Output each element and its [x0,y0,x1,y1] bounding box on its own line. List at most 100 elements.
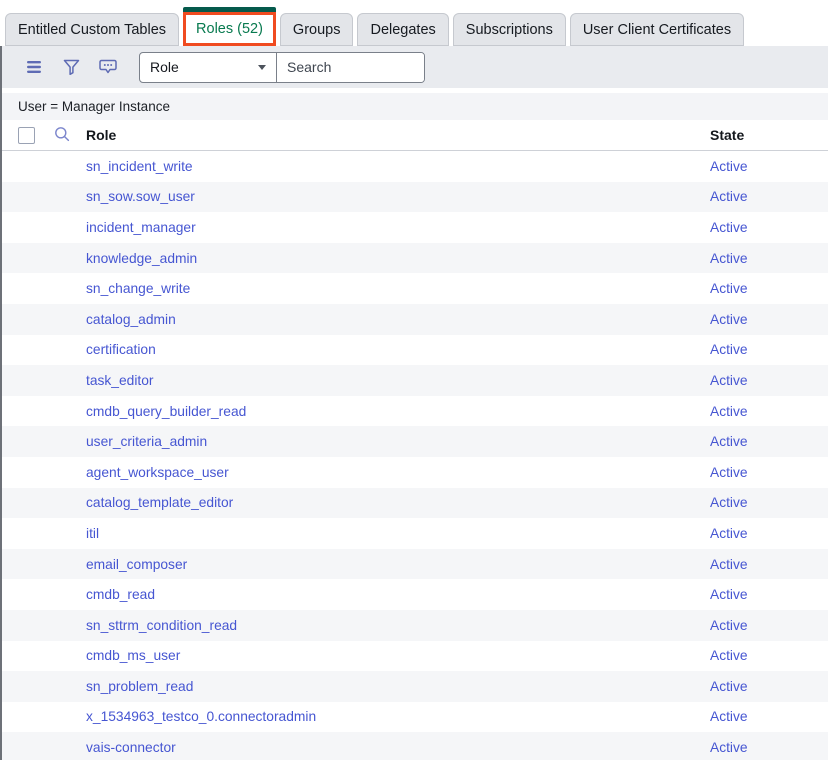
role-link[interactable]: vais-connector [86,740,176,755]
role-cell: x_1534963_testco_0.connectoradmin [86,709,710,724]
role-link[interactable]: sn_change_write [86,281,190,296]
role-link[interactable]: incident_manager [86,220,196,235]
table-row: itil Active [2,518,828,549]
role-link[interactable]: x_1534963_testco_0.connectoradmin [86,709,316,724]
state-link[interactable]: Active [710,251,748,266]
menu-icon [26,60,42,74]
state-link[interactable]: Active [710,495,748,510]
role-cell: agent_workspace_user [86,465,710,480]
table-row: agent_workspace_user Active [2,457,828,488]
role-link[interactable]: user_criteria_admin [86,434,207,449]
state-link[interactable]: Active [710,281,748,296]
role-cell: catalog_template_editor [86,495,710,510]
filter-breadcrumb[interactable]: User = Manager Instance [2,93,828,120]
role-link[interactable]: knowledge_admin [86,251,197,266]
search-column-value: Role [150,59,179,75]
state-link[interactable]: Active [710,618,748,633]
tab-entitled-custom-tables[interactable]: Entitled Custom Tables [5,13,179,46]
role-link[interactable]: cmdb_read [86,587,155,602]
search-column-dropdown[interactable]: Role [140,53,277,82]
role-cell: cmdb_read [86,587,710,602]
state-cell: Active [710,465,828,480]
role-link[interactable]: sn_problem_read [86,679,193,694]
list-toolbar: Role [2,46,828,88]
role-cell: sn_incident_write [86,159,710,174]
table-row: user_criteria_admin Active [2,426,828,457]
role-link[interactable]: agent_workspace_user [86,465,229,480]
state-cell: Active [710,648,828,663]
table-row: task_editor Active [2,365,828,396]
role-link[interactable]: sn_sttrm_condition_read [86,618,237,633]
active-tab-label: Roles (52) [183,12,276,46]
state-link[interactable]: Active [710,220,748,235]
role-link[interactable]: cmdb_query_builder_read [86,404,246,419]
table-row: sn_sttrm_condition_read Active [2,610,828,641]
tab-user-client-certificates[interactable]: User Client Certificates [570,13,744,46]
state-cell: Active [710,557,828,572]
role-cell: cmdb_query_builder_read [86,404,710,419]
column-header-state[interactable]: State [710,127,828,143]
state-cell: Active [710,740,828,755]
role-link[interactable]: catalog_template_editor [86,495,233,510]
role-cell: sn_sow.sow_user [86,189,710,204]
table-row: email_composer Active [2,549,828,580]
tab-delegates[interactable]: Delegates [357,13,448,46]
state-link[interactable]: Active [710,312,748,327]
role-link[interactable]: certification [86,342,156,357]
state-link[interactable]: Active [710,159,748,174]
state-link[interactable]: Active [710,648,748,663]
tab-roles-52[interactable]: Roles (52) [183,7,276,46]
state-cell: Active [710,404,828,419]
state-link[interactable]: Active [710,526,748,541]
state-link[interactable]: Active [710,740,748,755]
table-header-row: Role State [2,120,828,151]
role-link[interactable]: task_editor [86,373,154,388]
role-cell: user_criteria_admin [86,434,710,449]
filter-breadcrumb-text: User = Manager Instance [18,99,170,114]
table-row: certification Active [2,335,828,366]
role-cell: task_editor [86,373,710,388]
state-link[interactable]: Active [710,404,748,419]
role-link[interactable]: itil [86,526,99,541]
state-cell: Active [710,679,828,694]
state-link[interactable]: Active [710,587,748,602]
table-row: sn_incident_write Active [2,151,828,182]
table-row: knowledge_admin Active [2,243,828,274]
role-cell: email_composer [86,557,710,572]
state-cell: Active [710,434,828,449]
menu-button[interactable] [22,55,46,79]
search-input[interactable] [277,53,424,82]
feedback-button[interactable] [96,55,120,79]
state-link[interactable]: Active [710,465,748,480]
state-link[interactable]: Active [710,557,748,572]
search-icon [54,126,70,145]
state-link[interactable]: Active [710,189,748,204]
column-header-role[interactable]: Role [86,127,710,143]
state-link[interactable]: Active [710,709,748,724]
table-row: cmdb_read Active [2,579,828,610]
state-link[interactable]: Active [710,342,748,357]
state-cell: Active [710,281,828,296]
select-all-checkbox[interactable] [18,127,35,144]
list-search-control: Role [139,52,425,83]
role-cell: sn_problem_read [86,679,710,694]
state-cell: Active [710,251,828,266]
table-row: x_1534963_testco_0.connectoradmin Active [2,702,828,733]
role-link[interactable]: sn_sow.sow_user [86,189,195,204]
table-body: sn_incident_write Active sn_sow.sow_user Ac… [2,151,828,760]
role-link[interactable]: sn_incident_write [86,159,193,174]
filter-button[interactable] [59,55,83,79]
state-link[interactable]: Active [710,679,748,694]
tab-groups[interactable]: Groups [280,13,354,46]
tab-subscriptions[interactable]: Subscriptions [453,13,566,46]
role-link[interactable]: catalog_admin [86,312,176,327]
table-row: sn_change_write Active [2,273,828,304]
state-link[interactable]: Active [710,434,748,449]
role-cell: itil [86,526,710,541]
state-link[interactable]: Active [710,373,748,388]
role-link[interactable]: email_composer [86,557,187,572]
role-cell: certification [86,342,710,357]
role-cell: vais-connector [86,740,710,755]
role-link[interactable]: cmdb_ms_user [86,648,180,663]
column-search-toggle[interactable] [54,126,70,145]
